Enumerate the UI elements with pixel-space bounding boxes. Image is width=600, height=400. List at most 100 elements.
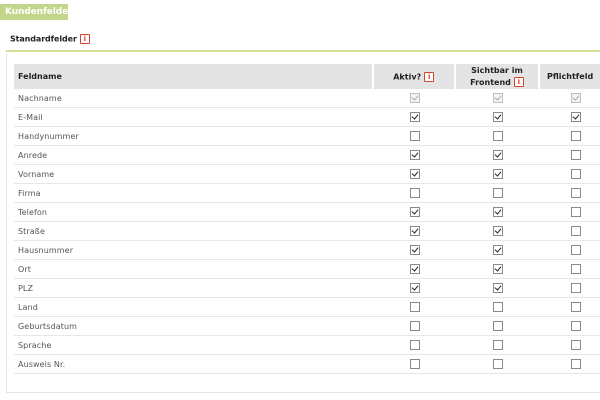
table-row: Anrede (14, 146, 600, 165)
table-row: Vorname (14, 165, 600, 184)
aktiv-checkbox[interactable] (409, 283, 420, 293)
field-name: Straße (14, 222, 374, 241)
cell-aktiv (373, 336, 456, 355)
table-row: Geburtsdatum (14, 317, 600, 336)
field-name: Land (14, 298, 374, 317)
cell-pflicht (540, 260, 600, 279)
cell-sichtbar (455, 241, 541, 260)
column-header-sichtbar-line1: Sichtbar im (471, 65, 523, 75)
pflicht-checkbox[interactable] (571, 264, 582, 274)
table-row: Ort (14, 260, 600, 279)
table-row: Handynummer (14, 127, 600, 146)
cell-aktiv (373, 203, 456, 222)
field-name: Ort (14, 260, 374, 279)
pflicht-checkbox[interactable] (571, 150, 582, 160)
aktiv-checkbox[interactable] (409, 131, 420, 141)
column-header-pflichtfeld: Pflichtfeld (540, 64, 600, 89)
aktiv-checkbox[interactable] (409, 207, 420, 217)
info-icon[interactable]: i (513, 77, 524, 87)
field-name: Firma (14, 184, 374, 203)
cell-pflicht (540, 203, 600, 222)
aktiv-checkbox[interactable] (409, 359, 420, 369)
pflicht-checkbox[interactable] (571, 169, 582, 179)
cell-aktiv (373, 108, 456, 127)
sichtbar-checkbox[interactable] (493, 150, 503, 160)
cell-pflicht (540, 165, 600, 184)
cell-aktiv (373, 222, 456, 241)
cell-aktiv (373, 184, 456, 203)
cell-sichtbar (455, 355, 541, 374)
section-title-label: Standardfelder (10, 34, 77, 44)
pflicht-checkbox[interactable] (571, 340, 582, 350)
cell-aktiv (373, 279, 456, 298)
aktiv-checkbox[interactable] (409, 226, 420, 236)
cell-pflicht (540, 146, 600, 165)
cell-sichtbar (455, 165, 541, 184)
info-icon[interactable]: i (424, 71, 435, 82)
aktiv-checkbox[interactable] (409, 169, 420, 179)
cell-pflicht (540, 355, 600, 374)
sichtbar-checkbox[interactable] (493, 302, 503, 312)
pflicht-checkbox[interactable] (571, 226, 582, 236)
pflicht-checkbox[interactable] (571, 302, 582, 312)
pflicht-checkbox[interactable] (571, 283, 582, 293)
aktiv-checkbox[interactable] (409, 245, 420, 255)
cell-sichtbar (455, 279, 541, 298)
cell-pflicht (540, 336, 600, 355)
pflicht-checkbox[interactable] (571, 207, 582, 217)
aktiv-checkbox (409, 93, 420, 103)
sichtbar-checkbox[interactable] (493, 321, 503, 331)
sichtbar-checkbox[interactable] (493, 112, 503, 122)
fields-table: Feldname Aktiv? i Sichtbar im Frontend i Pf… (14, 64, 600, 374)
pflicht-checkbox[interactable] (571, 359, 582, 369)
cell-aktiv (373, 165, 456, 184)
sichtbar-checkbox[interactable] (493, 340, 503, 350)
cell-pflicht (540, 317, 600, 336)
sichtbar-checkbox[interactable] (493, 226, 503, 236)
column-header-aktiv-label: Aktiv? (393, 72, 422, 81)
sichtbar-checkbox[interactable] (493, 283, 503, 293)
sichtbar-checkbox (493, 93, 503, 103)
sichtbar-checkbox[interactable] (493, 359, 503, 369)
field-name: Ausweis Nr. (14, 355, 374, 374)
column-header-sichtbar-line2: Frontend (470, 77, 511, 87)
table-row: Telefon (14, 203, 600, 222)
cell-pflicht (540, 127, 600, 146)
cell-sichtbar (455, 184, 541, 203)
table-row: Sprache (14, 336, 600, 355)
sichtbar-checkbox[interactable] (493, 245, 503, 255)
aktiv-checkbox[interactable] (409, 188, 420, 198)
cell-aktiv (373, 241, 456, 260)
pflicht-checkbox[interactable] (571, 112, 582, 122)
cell-sichtbar (455, 89, 541, 108)
sichtbar-checkbox[interactable] (493, 169, 503, 179)
column-header-sichtbar: Sichtbar im Frontend i (455, 64, 541, 89)
aktiv-checkbox[interactable] (409, 112, 420, 122)
aktiv-checkbox[interactable] (409, 150, 420, 160)
table-row: Straße (14, 222, 600, 241)
tab-kundenfelder[interactable]: Kundenfelder (0, 4, 73, 20)
cell-pflicht (540, 184, 600, 203)
cell-sichtbar (455, 298, 541, 317)
pflicht-checkbox[interactable] (571, 131, 582, 141)
aktiv-checkbox[interactable] (409, 302, 420, 312)
info-icon[interactable]: i (79, 34, 90, 44)
sichtbar-checkbox[interactable] (493, 188, 503, 198)
aktiv-checkbox[interactable] (409, 321, 420, 331)
cell-pflicht (540, 89, 600, 108)
field-name: E-Mail (14, 108, 374, 127)
aktiv-checkbox[interactable] (409, 340, 420, 350)
cell-pflicht (540, 241, 600, 260)
pflicht-checkbox[interactable] (571, 321, 582, 331)
field-name: PLZ (14, 279, 374, 298)
pflicht-checkbox[interactable] (571, 188, 582, 198)
cell-sichtbar (455, 260, 541, 279)
sichtbar-checkbox[interactable] (493, 131, 503, 141)
sichtbar-checkbox[interactable] (493, 207, 503, 217)
cell-sichtbar (455, 222, 541, 241)
column-header-aktiv: Aktiv? i (373, 64, 456, 89)
pflicht-checkbox[interactable] (571, 245, 582, 255)
sichtbar-checkbox[interactable] (493, 264, 503, 274)
cell-aktiv (373, 89, 456, 108)
aktiv-checkbox[interactable] (409, 264, 420, 274)
